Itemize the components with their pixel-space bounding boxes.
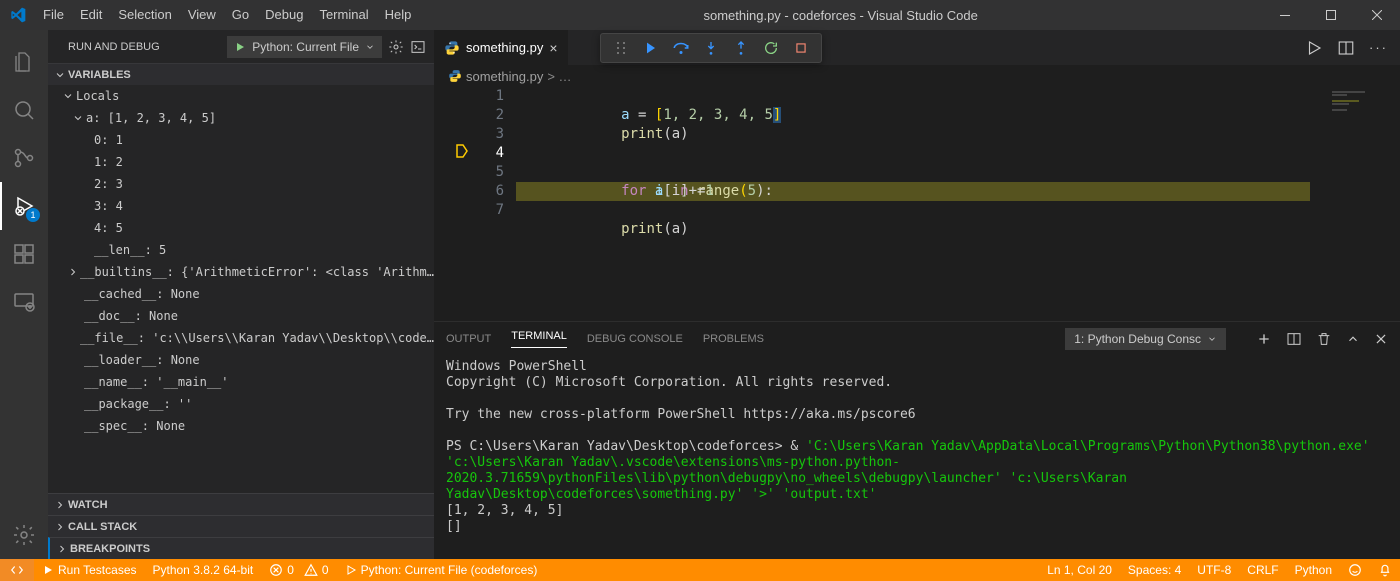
var-builtins[interactable]: __builtins__: {'ArithmeticError': <class… (48, 261, 434, 283)
var-dunder[interactable]: __file__: 'c:\\Users\\Karan Yadav\\Deskt… (48, 327, 434, 349)
close-tab-icon[interactable]: × (549, 40, 557, 56)
feedback-icon[interactable] (1340, 559, 1370, 581)
sidebar-title: RUN AND DEBUG (68, 41, 160, 53)
step-out-button[interactable] (727, 35, 755, 61)
explorer-icon[interactable] (0, 38, 48, 86)
debug-config-status[interactable]: Python: Current File (codeforces) (337, 559, 546, 581)
list-item[interactable]: 4: 5 (48, 217, 434, 239)
var-dunder[interactable]: __doc__: None (48, 305, 434, 327)
menu-view[interactable]: View (180, 0, 224, 30)
activity-bar: 1 (0, 30, 48, 559)
var-dunder[interactable]: __name__: '__main__' (48, 371, 434, 393)
notifications-icon[interactable] (1370, 559, 1400, 581)
menu-bar: File Edit Selection View Go Debug Termin… (35, 0, 419, 30)
remote-explorer-icon[interactable] (0, 278, 48, 326)
maximize-panel-icon[interactable] (1346, 332, 1360, 346)
terminal-select[interactable]: 1: Python Debug Consc (1065, 328, 1226, 350)
drag-handle-icon[interactable] (607, 35, 635, 61)
line-numbers: 1 2 3 4 5 6 7 (478, 87, 516, 321)
menu-help[interactable]: Help (377, 0, 420, 30)
debug-toolbar[interactable] (600, 33, 822, 63)
split-editor-icon[interactable] (1337, 39, 1355, 57)
continue-button[interactable] (637, 35, 665, 61)
step-over-button[interactable] (667, 35, 695, 61)
terminal-body[interactable]: Windows PowerShell Copyright (C) Microso… (434, 355, 1400, 559)
editor-group: something.py × ··· (434, 30, 1400, 559)
eol-status[interactable]: CRLF (1239, 559, 1286, 581)
chevron-down-icon (1207, 334, 1217, 344)
section-variables[interactable]: VARIABLES (48, 63, 434, 85)
list-item[interactable]: __len__: 5 (48, 239, 434, 261)
split-terminal-icon[interactable] (1286, 331, 1302, 347)
indentation-status[interactable]: Spaces: 4 (1120, 559, 1189, 581)
panel-tab-debug-console[interactable]: DEBUG CONSOLE (587, 333, 683, 345)
tab-something-py[interactable]: something.py × (434, 30, 569, 65)
vscode-logo-icon (0, 7, 35, 23)
debug-config-select[interactable]: Python: Current File (227, 36, 382, 58)
debug-badge: 1 (26, 208, 40, 222)
menu-file[interactable]: File (35, 0, 72, 30)
source-control-icon[interactable] (0, 134, 48, 182)
play-icon (234, 41, 246, 53)
run-file-icon[interactable] (1305, 39, 1323, 57)
minimap[interactable] (1310, 87, 1400, 321)
list-item[interactable]: 1: 2 (48, 151, 434, 173)
chevron-down-icon (365, 42, 375, 52)
menu-terminal[interactable]: Terminal (311, 0, 376, 30)
search-icon[interactable] (0, 86, 48, 134)
encoding-status[interactable]: UTF-8 (1189, 559, 1239, 581)
gear-icon[interactable] (388, 39, 404, 55)
list-item[interactable]: 2: 3 (48, 173, 434, 195)
var-dunder[interactable]: __cached__: None (48, 283, 434, 305)
python-version[interactable]: Python 3.8.2 64-bit (145, 559, 262, 581)
sidebar-run-debug: RUN AND DEBUG Python: Current File VARIA (48, 30, 434, 559)
problems-status[interactable]: 0 0 (261, 559, 336, 581)
python-file-icon (444, 40, 460, 56)
panel-tab-problems[interactable]: PROBLEMS (703, 333, 764, 345)
remote-indicator[interactable] (0, 559, 34, 581)
cursor-position[interactable]: Ln 1, Col 20 (1039, 559, 1120, 581)
stop-button[interactable] (787, 35, 815, 61)
panel: OUTPUT TERMINAL DEBUG CONSOLE PROBLEMS 1… (434, 321, 1400, 559)
menu-debug[interactable]: Debug (257, 0, 311, 30)
section-breakpoints[interactable]: BREAKPOINTS (48, 537, 434, 559)
new-terminal-icon[interactable] (1256, 331, 1272, 347)
locals-scope[interactable]: Locals (48, 85, 434, 107)
list-item[interactable]: 0: 1 (48, 129, 434, 151)
list-item[interactable]: 3: 4 (48, 195, 434, 217)
section-watch[interactable]: WATCH (48, 493, 434, 515)
section-callstack[interactable]: CALL STACK (48, 515, 434, 537)
more-icon[interactable]: ··· (1369, 40, 1388, 55)
code-editor[interactable]: 1 2 3 4 5 6 7 a = [1, 2, 3, 4, 5] print(… (434, 87, 1400, 321)
window-title: something.py - codeforces - Visual Studi… (419, 8, 1262, 23)
python-file-icon (448, 69, 462, 83)
maximize-button[interactable] (1308, 0, 1354, 30)
var-dunder[interactable]: __package__: '' (48, 393, 434, 415)
step-into-button[interactable] (697, 35, 725, 61)
run-testcases-button[interactable]: Run Testcases (34, 559, 145, 581)
menu-selection[interactable]: Selection (110, 0, 179, 30)
settings-icon[interactable] (0, 511, 48, 559)
titlebar: File Edit Selection View Go Debug Termin… (0, 0, 1400, 30)
var-dunder[interactable]: __loader__: None (48, 349, 434, 371)
minimize-button[interactable] (1262, 0, 1308, 30)
run-debug-icon[interactable]: 1 (0, 182, 48, 230)
menu-edit[interactable]: Edit (72, 0, 110, 30)
language-status[interactable]: Python (1287, 559, 1340, 581)
panel-tab-terminal[interactable]: TERMINAL (511, 330, 567, 348)
close-panel-icon[interactable] (1374, 332, 1388, 346)
extensions-icon[interactable] (0, 230, 48, 278)
breakpoint-cursor-icon (456, 144, 468, 158)
breadcrumb[interactable]: something.py > … (434, 65, 1400, 87)
status-bar: Run Testcases Python 3.8.2 64-bit 0 0 Py… (0, 559, 1400, 581)
menu-go[interactable]: Go (224, 0, 257, 30)
debug-console-icon[interactable] (410, 39, 426, 55)
close-button[interactable] (1354, 0, 1400, 30)
restart-button[interactable] (757, 35, 785, 61)
kill-terminal-icon[interactable] (1316, 331, 1332, 347)
panel-tab-output[interactable]: OUTPUT (446, 333, 491, 345)
var-a[interactable]: a: [1, 2, 3, 4, 5] (48, 107, 434, 129)
var-dunder[interactable]: __spec__: None (48, 415, 434, 437)
